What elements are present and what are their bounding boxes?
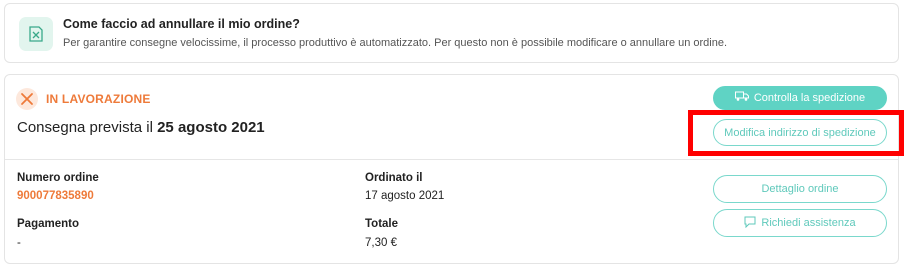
order-status-badge: IN LAVORAZIONE [46, 92, 151, 106]
info-text: Per garantire consegne velocissime, il p… [63, 37, 728, 49]
tools-icon [16, 88, 38, 110]
delivery-date: 25 agosto 2021 [157, 119, 265, 136]
truck-icon [734, 91, 749, 105]
cancel-order-icon [19, 17, 53, 51]
cancel-info-card: Come faccio ad annullare il mio ordine? … [4, 3, 899, 63]
request-assistance-label: Richiedi assistenza [761, 217, 856, 229]
card-divider [5, 159, 898, 160]
track-shipment-label: Controlla la spedizione [753, 92, 866, 104]
chat-help-icon [744, 216, 756, 231]
payment-value: - [17, 237, 21, 249]
order-detail-label: Dettaglio ordine [761, 183, 839, 195]
order-card: IN LAVORAZIONE Consegna prevista il 25 a… [4, 74, 899, 264]
ordered-date-value: 17 agosto 2021 [365, 190, 445, 202]
order-number-link[interactable]: 900077835890 [17, 190, 94, 202]
request-assistance-button[interactable]: Richiedi assistenza [713, 209, 887, 237]
order-detail-button[interactable]: Dettaglio ordine [713, 175, 887, 203]
highlight-box [688, 110, 904, 156]
ordered-date-label: Ordinato il [365, 172, 423, 184]
delivery-prefix: Consegna prevista il [17, 119, 153, 136]
order-number-label: Numero ordine [17, 172, 99, 184]
total-label: Totale [365, 218, 399, 230]
delivery-estimate: Consegna prevista il 25 agosto 2021 [17, 119, 265, 136]
track-shipment-button[interactable]: Controlla la spedizione [713, 86, 887, 110]
total-value: 7,30 € [365, 237, 397, 249]
info-title: Come faccio ad annullare il mio ordine? [63, 17, 300, 31]
payment-label: Pagamento [17, 218, 79, 230]
